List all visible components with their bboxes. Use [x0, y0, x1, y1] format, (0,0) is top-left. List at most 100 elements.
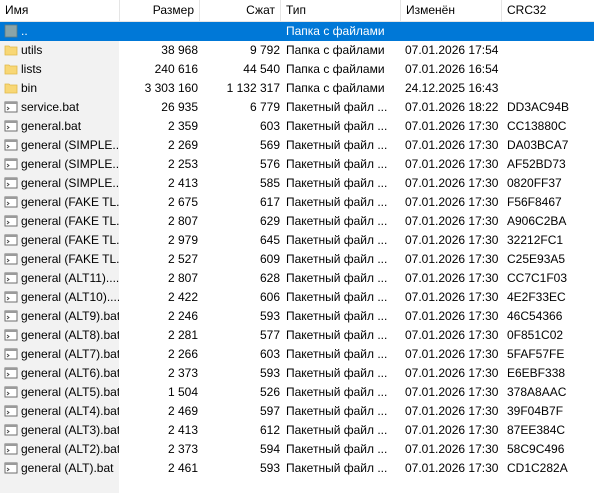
modified-date: 24.12.2025 16:43	[405, 81, 499, 95]
table-row[interactable]: service.bat 26 935 6 779 Пакетный файл ... 0…	[0, 98, 594, 117]
name-cell[interactable]: general (SIMPLE...	[0, 136, 119, 155]
table-row[interactable]: general (FAKE TL... 2 675 617 Пакетный файл…	[0, 193, 594, 212]
name-cell[interactable]: lists	[0, 60, 119, 79]
file-name: general (SIMPLE...	[21, 138, 119, 152]
name-column-background	[0, 478, 119, 493]
column-header-crc[interactable]: CRC32	[502, 0, 594, 21]
name-cell[interactable]: general (SIMPLE...	[0, 155, 119, 174]
name-cell[interactable]: general (ALT8).bat	[0, 326, 119, 345]
file-name: general (FAKE TL...	[21, 233, 119, 247]
crc-value: A906C2BA	[507, 214, 567, 228]
file-name: general (ALT7).bat	[21, 347, 119, 361]
file-name: service.bat	[21, 100, 80, 114]
table-row[interactable]: utils 38 968 9 792 Папка с файлами 07.01.202…	[0, 41, 594, 60]
table-row[interactable]: general (ALT).bat 2 461 593 Пакетный файл .…	[0, 459, 594, 478]
table-row[interactable]: general (ALT8).bat 2 281 577 Пакетный файл …	[0, 326, 594, 345]
name-cell[interactable]: general (ALT10)....	[0, 288, 119, 307]
table-row[interactable]: general (ALT9).bat 2 246 593 Пакетный файл …	[0, 307, 594, 326]
modified-date: 07.01.2026 17:30	[405, 461, 499, 475]
name-cell[interactable]: general (ALT).bat	[0, 459, 119, 478]
name-cell[interactable]: general (ALT2).bat	[0, 440, 119, 459]
column-header-packed[interactable]: Сжат	[200, 0, 281, 21]
table-row[interactable]: bin 3 303 160 1 132 317 Папка с файлами 24.1…	[0, 79, 594, 98]
name-cell[interactable]: general.bat	[0, 117, 119, 136]
crc-value: 58C9C496	[507, 442, 565, 456]
name-cell[interactable]: utils	[0, 41, 119, 60]
column-header-type[interactable]: Тип	[281, 0, 401, 21]
name-cell[interactable]: general (ALT5).bat	[0, 383, 119, 402]
table-row[interactable]: general (ALT6).bat 2 373 593 Пакетный файл …	[0, 364, 594, 383]
folder-icon	[4, 43, 18, 57]
name-cell[interactable]: general (FAKE TL...	[0, 231, 119, 250]
file-type: Пакетный файл ...	[286, 233, 388, 247]
table-row[interactable]: general (ALT11).... 2 807 628 Пакетный файл…	[0, 269, 594, 288]
table-row[interactable]: general (SIMPLE... 2 269 569 Пакетный файл …	[0, 136, 594, 155]
table-row[interactable]: .. Папка с файлами	[0, 22, 594, 41]
table-row[interactable]: general (ALT5).bat 1 504 526 Пакетный файл …	[0, 383, 594, 402]
file-name: general (ALT5).bat	[21, 385, 119, 399]
modified-date: 07.01.2026 17:30	[405, 195, 499, 209]
modified-date: 07.01.2026 17:30	[405, 309, 499, 323]
table-row[interactable]: general (ALT10).... 2 422 606 Пакетный файл…	[0, 288, 594, 307]
packed-size: 594	[259, 442, 280, 456]
file-name: utils	[21, 43, 43, 57]
file-size: 2 807	[167, 214, 198, 228]
file-name: general (SIMPLE...	[21, 176, 119, 190]
name-cell[interactable]: general (ALT6).bat	[0, 364, 119, 383]
packed-size: 526	[259, 385, 280, 399]
name-cell[interactable]: general (ALT11)....	[0, 269, 119, 288]
table-row[interactable]: general (FAKE TL... 2 979 645 Пакетный файл…	[0, 231, 594, 250]
name-cell[interactable]: general (SIMPLE...	[0, 174, 119, 193]
file-name: general (ALT10)....	[21, 290, 119, 304]
batch-file-icon	[4, 195, 18, 209]
table-row[interactable]: general (FAKE TL... 2 807 629 Пакетный файл…	[0, 212, 594, 231]
table-row[interactable]: general.bat 2 359 603 Пакетный файл ... 07.0…	[0, 117, 594, 136]
table-row[interactable]: general (ALT3).bat 2 413 612 Пакетный файл …	[0, 421, 594, 440]
file-name: general (ALT9).bat	[21, 309, 119, 323]
crc-value: DA03BCA7	[507, 138, 569, 152]
name-cell[interactable]: general (FAKE TL...	[0, 193, 119, 212]
table-row[interactable]: lists 240 616 44 540 Папка с файлами 07.01.2…	[0, 60, 594, 79]
name-cell[interactable]: general (FAKE TL...	[0, 250, 119, 269]
crc-value: C25E93A5	[507, 252, 566, 266]
crc-value: 5FAF57FE	[507, 347, 565, 361]
file-name: general (ALT8).bat	[21, 328, 119, 342]
batch-file-icon	[4, 233, 18, 247]
packed-size: 597	[259, 404, 280, 418]
name-cell[interactable]: service.bat	[0, 98, 119, 117]
table-row[interactable]: general (ALT7).bat 2 266 603 Пакетный файл …	[0, 345, 594, 364]
modified-date: 07.01.2026 17:30	[405, 347, 499, 361]
name-cell[interactable]: general (ALT4).bat	[0, 402, 119, 421]
table-row[interactable]: general (ALT2).bat 2 373 594 Пакетный файл …	[0, 440, 594, 459]
file-type: Папка с файлами	[286, 62, 385, 76]
column-header-modified[interactable]: Изменён	[401, 0, 502, 21]
name-cell[interactable]: ..	[0, 22, 119, 41]
packed-size: 603	[259, 347, 280, 361]
name-cell[interactable]: general (ALT7).bat	[0, 345, 119, 364]
name-cell[interactable]: bin	[0, 79, 119, 98]
batch-file-icon	[4, 214, 18, 228]
file-name: general (ALT3).bat	[21, 423, 119, 437]
file-type: Пакетный файл ...	[286, 119, 388, 133]
packed-size: 629	[259, 214, 280, 228]
column-header-size[interactable]: Размер	[120, 0, 200, 21]
crc-value: 378A8AAC	[507, 385, 567, 399]
folder-icon	[4, 62, 18, 76]
file-size: 2 422	[167, 290, 198, 304]
table-row[interactable]: general (SIMPLE... 2 413 585 Пакетный файл …	[0, 174, 594, 193]
table-row[interactable]: general (SIMPLE... 2 253 576 Пакетный файл …	[0, 155, 594, 174]
crc-value: 46C54366	[507, 309, 563, 323]
crc-value	[507, 22, 594, 41]
file-size: 2 461	[167, 461, 198, 475]
table-row[interactable]: general (FAKE TL... 2 527 609 Пакетный файл…	[0, 250, 594, 269]
name-cell[interactable]: general (ALT3).bat	[0, 421, 119, 440]
crc-value: 4E2F33EC	[507, 290, 566, 304]
file-type: Пакетный файл ...	[286, 100, 388, 114]
file-type: Пакетный файл ...	[286, 309, 388, 323]
table-row[interactable]: general (ALT4).bat 2 469 597 Пакетный файл …	[0, 402, 594, 421]
column-header-bar: Имя Размер Сжат Тип Изменён CRC32	[0, 0, 594, 22]
packed-size: 609	[259, 252, 280, 266]
column-header-name[interactable]: Имя	[0, 0, 120, 21]
name-cell[interactable]: general (ALT9).bat	[0, 307, 119, 326]
name-cell[interactable]: general (FAKE TL...	[0, 212, 119, 231]
